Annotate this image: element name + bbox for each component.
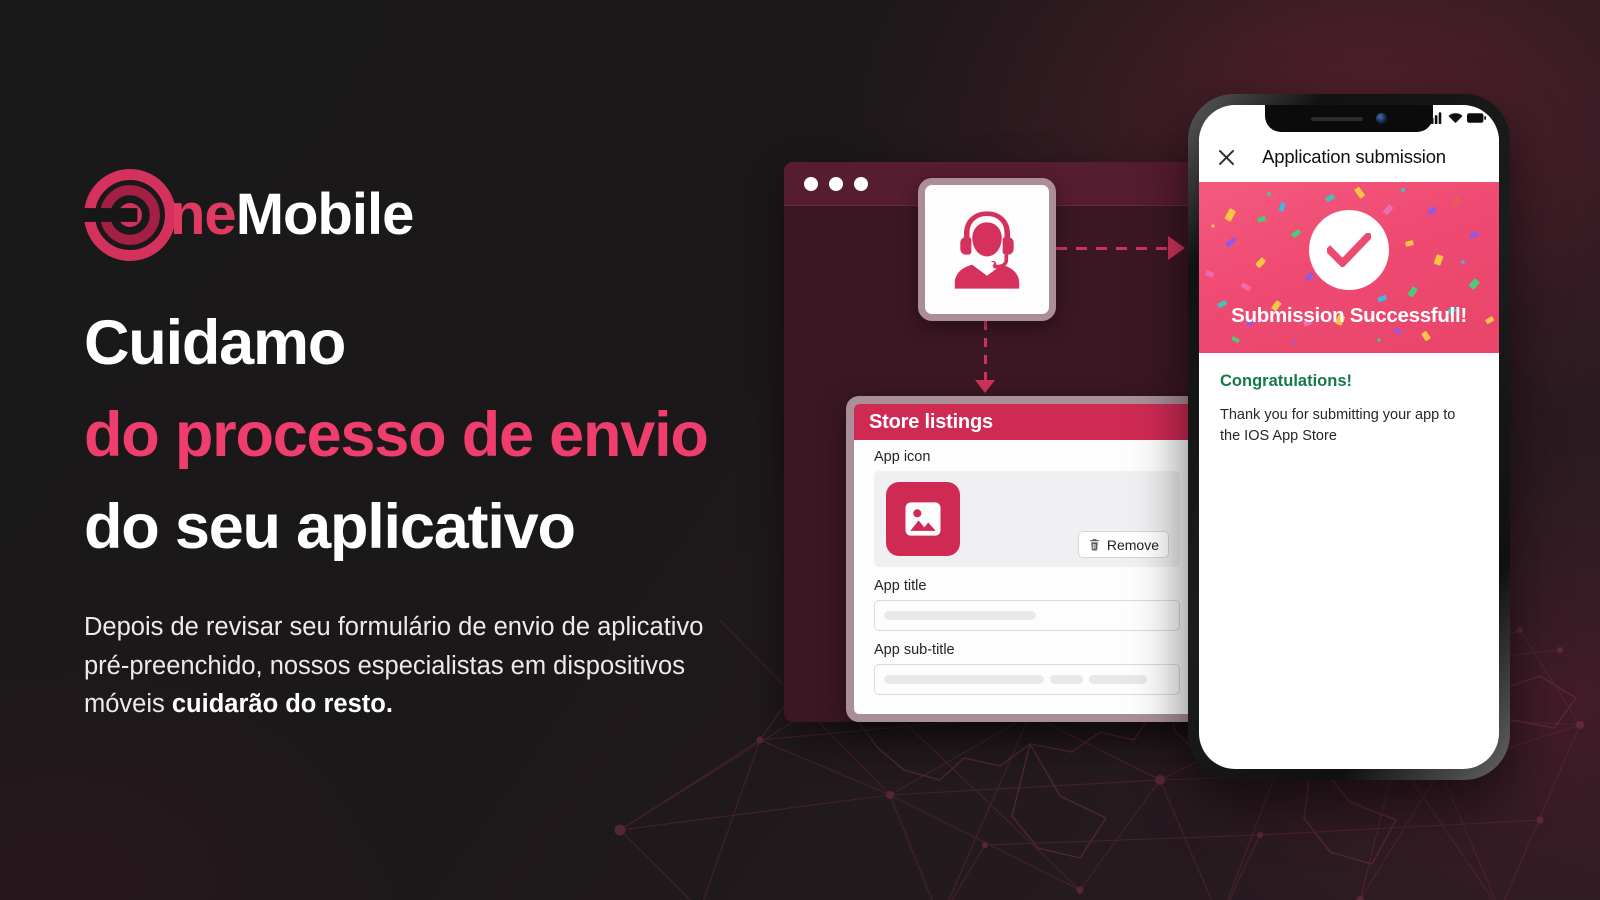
success-caption: Submission Successfull! <box>1231 304 1467 327</box>
window-dot-close[interactable] <box>804 176 818 191</box>
headline-line-1: Cuidamo <box>84 308 346 378</box>
app-icon-label: App icon <box>874 449 931 465</box>
app-icon-preview[interactable] <box>886 482 960 556</box>
page-title: Cuidamo do processo de envio do seu apli… <box>84 298 784 574</box>
phone-mockup: Application submission Submission Succes… <box>1188 94 1510 780</box>
app-title-label: App title <box>874 578 927 594</box>
hero-description: Depois de revisar seu formulário de envi… <box>84 608 744 724</box>
window-dot-minimize[interactable] <box>829 176 843 191</box>
app-subtitle-label: App sub-title <box>874 642 955 658</box>
support-agent-card <box>918 178 1056 321</box>
remove-app-icon-button[interactable]: Remove <box>1077 531 1169 558</box>
earpiece-speaker <box>1311 116 1363 121</box>
store-listings-title: Store listings <box>869 410 993 433</box>
submission-result-content: Congratulations! Thank you for submittin… <box>1199 353 1499 446</box>
store-listings-body: App icon Remove App title App sub-title <box>854 440 1200 707</box>
app-icon-dropzone[interactable]: Remove <box>874 471 1180 567</box>
submission-success-banner: Submission Successfull! <box>1199 182 1499 353</box>
congratulations-heading: Congratulations! <box>1220 372 1352 390</box>
phone-notch <box>1265 105 1433 132</box>
onemobile-target-icon <box>84 169 176 261</box>
headline-line-3: do seu aplicativo <box>84 491 576 562</box>
remove-app-icon-label: Remove <box>1106 536 1159 553</box>
store-listings-header: Store listings <box>854 404 1200 440</box>
image-placeholder-icon <box>905 502 941 536</box>
brand-wordmark: neMobile <box>170 186 414 244</box>
support-agent-headset-icon <box>954 210 1020 289</box>
poster-canvas: neMobile Cuidamo do processo de envio do… <box>0 0 1600 900</box>
brand-logo[interactable]: neMobile <box>84 168 784 262</box>
brand-name-rest: Mobile <box>235 182 415 247</box>
app-title-skeleton <box>884 611 1036 620</box>
hero-description-bold: cuidarão do resto. <box>171 690 393 719</box>
battery-icon <box>1467 113 1486 123</box>
wifi-icon <box>1448 113 1463 124</box>
app-subtitle-skeleton-3 <box>1089 675 1147 684</box>
phone-screen-title: Application submission <box>1262 146 1446 167</box>
phone-statusbar <box>1427 112 1486 124</box>
phone-screen: Application submission Submission Succes… <box>1199 105 1499 769</box>
phone-app-header: Application submission <box>1199 132 1499 182</box>
app-title-input[interactable] <box>874 600 1180 631</box>
connector-arrow-down <box>975 380 995 393</box>
store-listings-card: Store listings App icon Remove App title… <box>846 396 1208 722</box>
brand-name-accent: ne <box>170 182 237 247</box>
app-subtitle-skeleton-1 <box>884 675 1044 684</box>
success-check-badge <box>1309 210 1389 290</box>
check-circle-icon <box>1327 233 1371 267</box>
app-subtitle-skeleton-2 <box>1050 675 1083 684</box>
hero-text-column: neMobile Cuidamo do processo de envio do… <box>84 168 784 724</box>
front-camera-icon <box>1376 113 1387 124</box>
signal-bars-icon <box>1427 112 1442 124</box>
window-dot-maximize[interactable] <box>854 176 868 191</box>
submission-thanks-text: Thank you for submitting your app to the… <box>1220 407 1456 444</box>
headline-line-2: do processo de envio <box>84 399 709 470</box>
connector-arrow-right <box>1168 236 1185 260</box>
close-x-icon[interactable] <box>1216 147 1237 168</box>
trash-icon <box>1090 539 1099 551</box>
app-subtitle-input[interactable] <box>874 664 1180 695</box>
